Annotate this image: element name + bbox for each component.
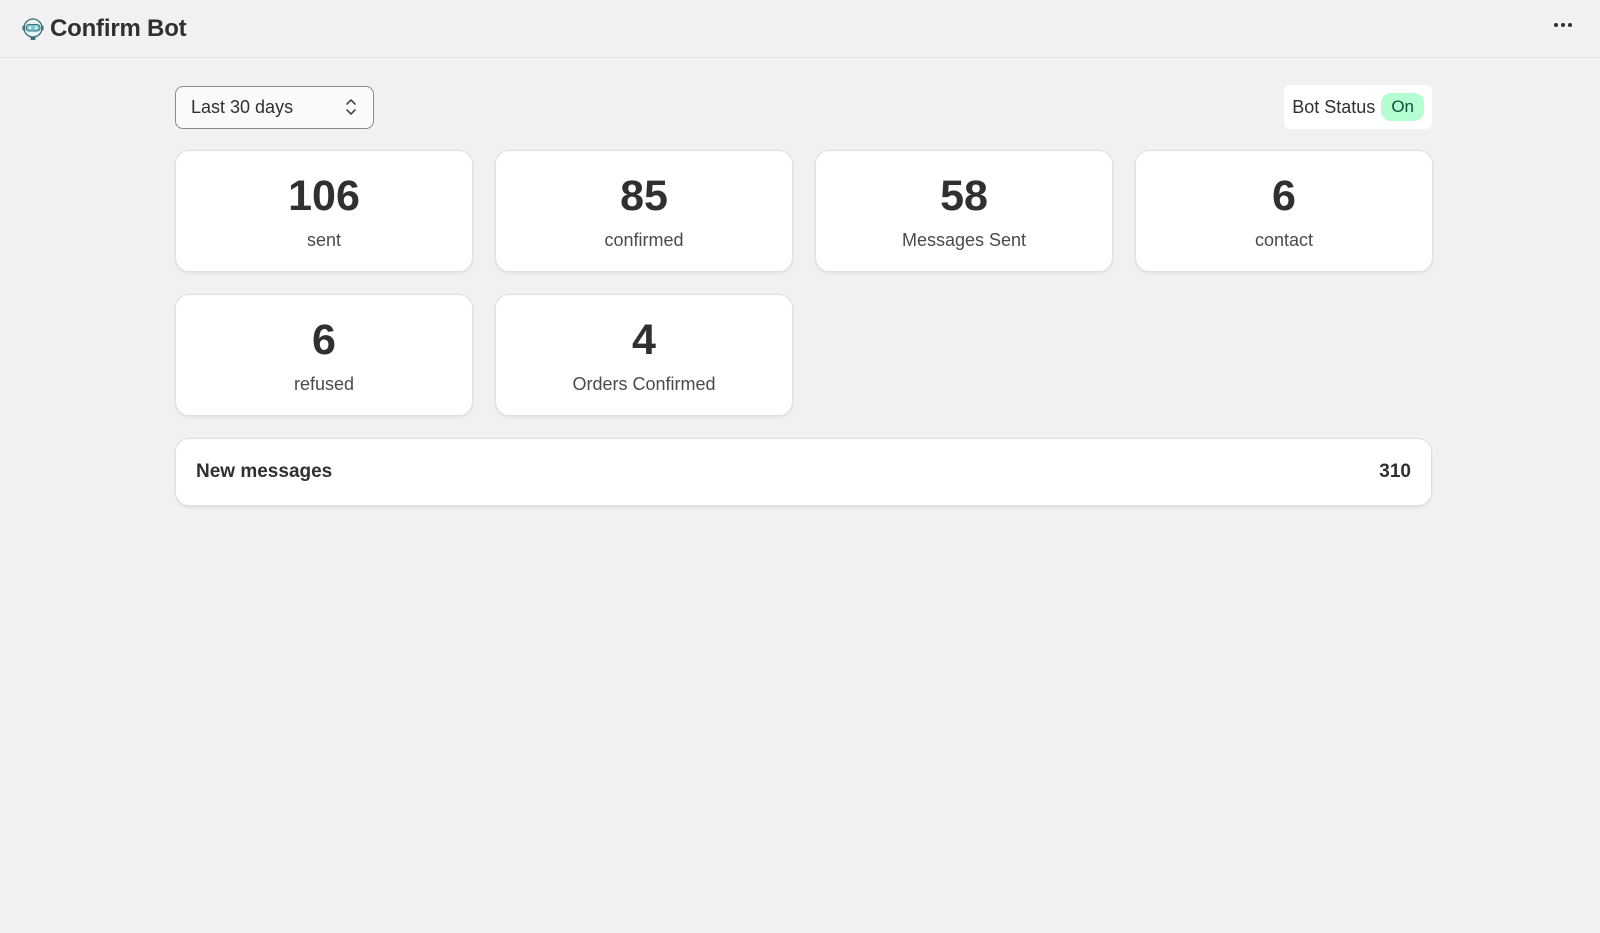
stat-label: Orders Confirmed (572, 374, 716, 394)
stat-card-refused: 6 refused (175, 294, 473, 416)
more-horizontal-icon-dot (1561, 23, 1565, 27)
date-range-select[interactable]: Last 30 days (175, 85, 374, 129)
stat-card-sent: 106 sent (175, 150, 473, 272)
robot-icon (20, 16, 46, 42)
bot-status[interactable]: Bot Status On (1284, 85, 1432, 129)
stat-value: 6 (1272, 172, 1296, 220)
stat-label: confirmed (604, 230, 684, 250)
stat-label: contact (1254, 230, 1314, 250)
new-messages-count: 310 (1379, 461, 1411, 482)
stat-value: 6 (312, 316, 336, 364)
more-horizontal-icon (1554, 23, 1558, 27)
stat-value: 58 (940, 172, 988, 220)
dashboard-content: Last 30 days Bot Status On 106 sent 85 c… (175, 85, 1433, 506)
stat-card-messages-sent: 58 Messages Sent (815, 150, 1113, 272)
bot-status-label: Bot Status (1292, 96, 1376, 117)
new-messages-label: New messages (196, 461, 333, 482)
stat-label: sent (306, 230, 342, 250)
stat-value: 106 (288, 172, 360, 220)
date-range-value: Last 30 days (191, 96, 294, 117)
dashboard-controls: Last 30 days Bot Status On (175, 85, 1432, 129)
more-options-button[interactable] (1548, 14, 1578, 36)
stat-value: 4 (632, 316, 656, 364)
app-header: Confirm Bot (0, 0, 1600, 58)
app-title: Confirm Bot (50, 14, 187, 42)
stat-value: 85 (620, 172, 668, 220)
chevron-up-down-icon (345, 97, 357, 117)
stat-card-orders-confirmed: 4 Orders Confirmed (495, 294, 793, 416)
stat-label: Messages Sent (901, 230, 1027, 250)
stats-grid: 106 sent 85 confirmed 58 Messages Sent 6… (175, 150, 1433, 416)
bot-status-badge[interactable]: On (1381, 93, 1424, 121)
more-horizontal-icon-dot (1568, 23, 1572, 27)
stat-card-confirmed: 85 confirmed (495, 150, 793, 272)
stat-label: refused (293, 374, 355, 394)
stat-card-contact: 6 contact (1135, 150, 1433, 272)
new-messages-row[interactable]: New messages 310 (175, 438, 1432, 506)
